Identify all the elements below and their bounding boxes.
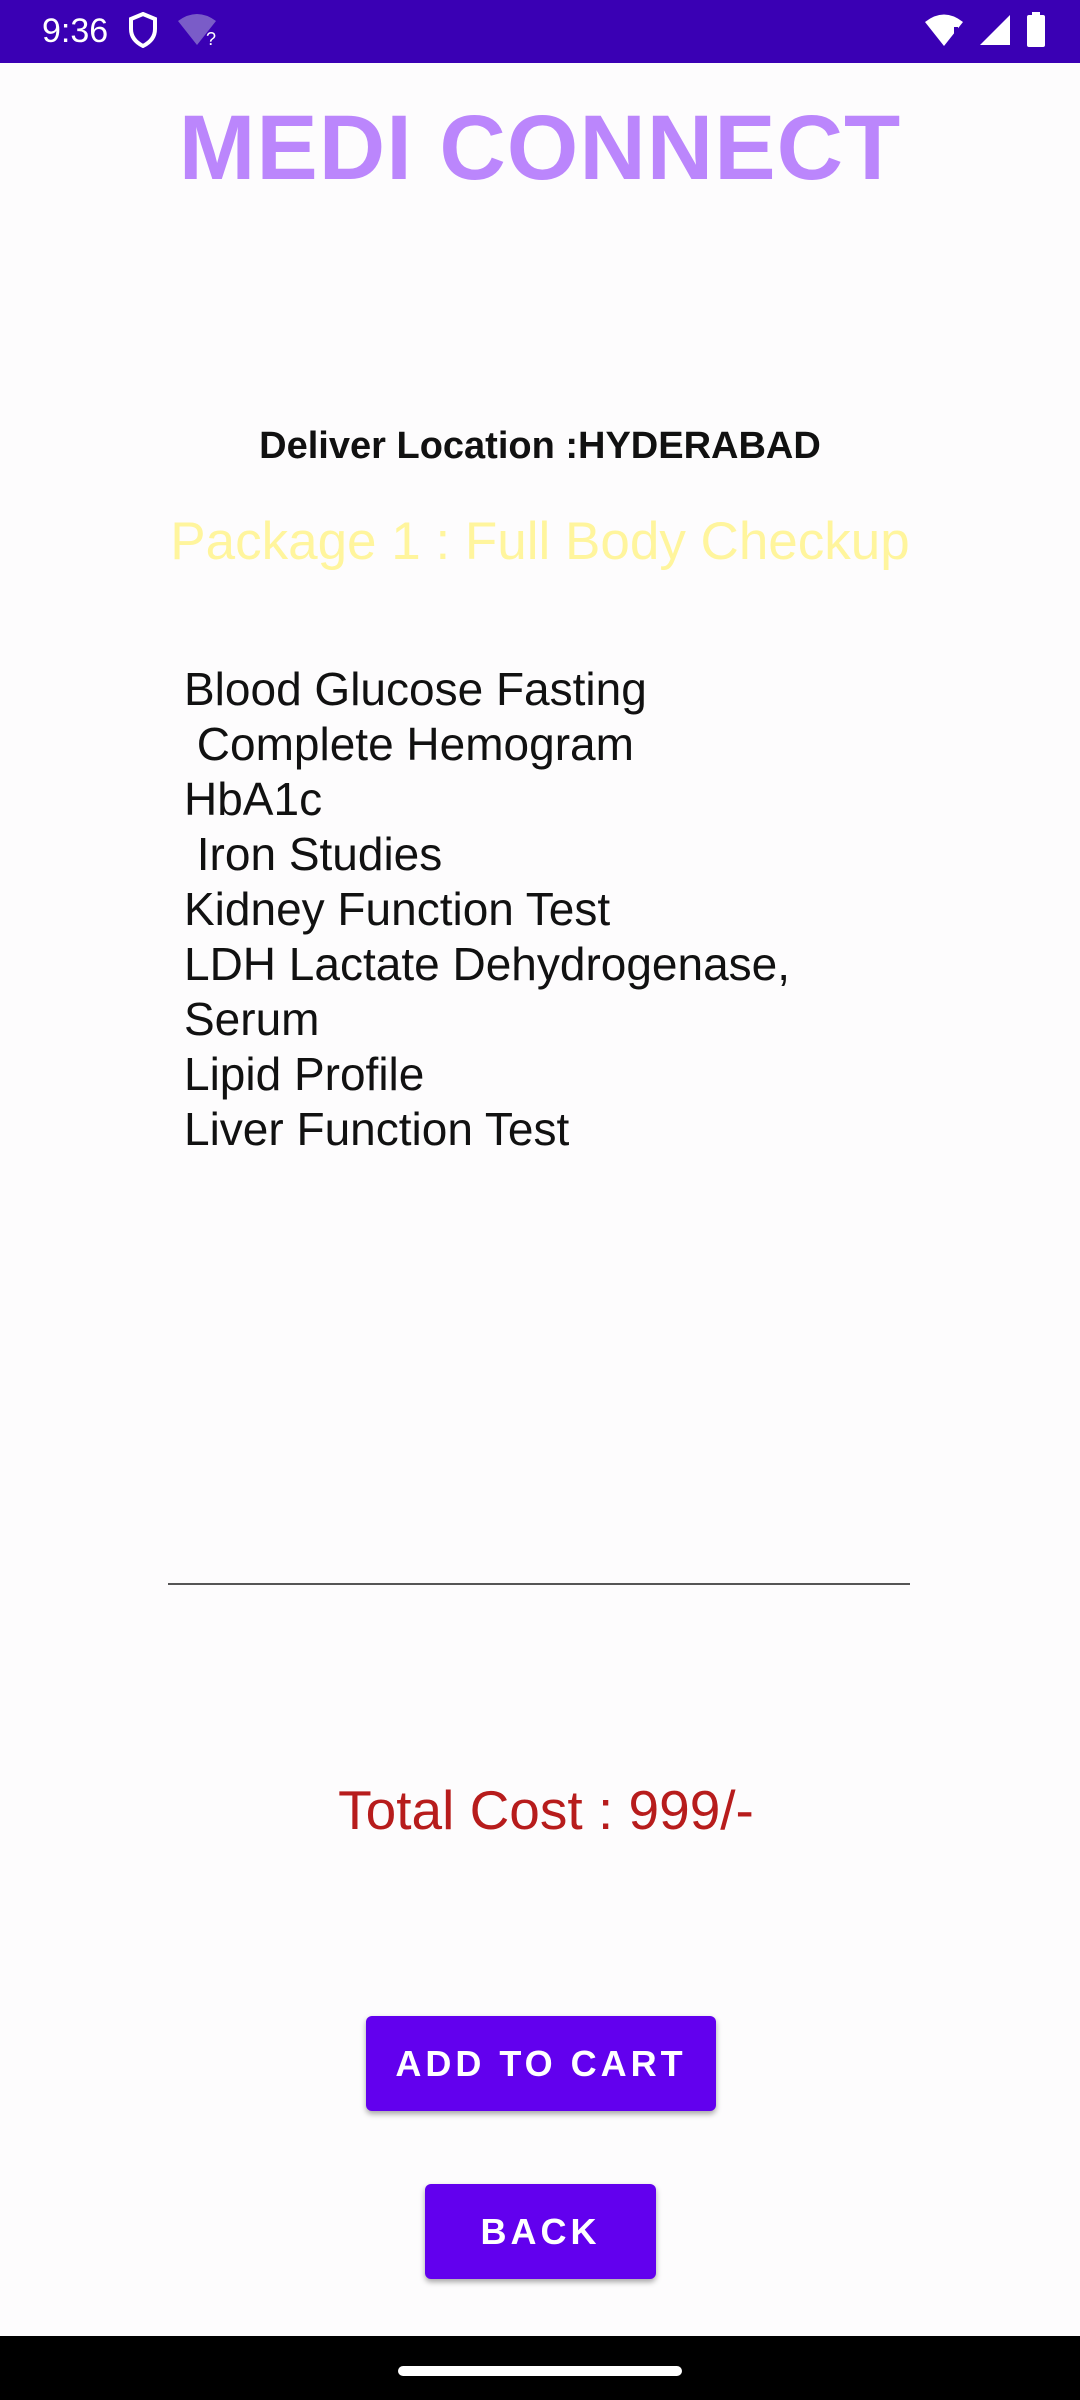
svg-text:?: ?	[206, 29, 216, 47]
shield-icon	[128, 11, 158, 53]
status-time: 9:36	[42, 12, 109, 50]
battery-icon	[1026, 12, 1046, 53]
app-title: MEDI CONNECT	[178, 97, 902, 199]
divider	[168, 1583, 910, 1585]
status-icons-right	[924, 12, 1046, 53]
back-button[interactable]: BACK	[425, 2184, 656, 2279]
wifi-icon	[924, 13, 964, 52]
signal-icon	[978, 13, 1012, 52]
status-bar: 9:36 ?	[0, 0, 1080, 63]
wifi-question-icon: ?	[176, 13, 218, 52]
delivery-location: Deliver Location :HYDERABAD	[259, 425, 821, 467]
total-cost: Total Cost : 999/-	[338, 1779, 754, 1841]
status-icons-left: ?	[128, 11, 218, 53]
add-to-cart-button[interactable]: ADD TO CART	[366, 2016, 716, 2111]
home-gesture-handle[interactable]	[398, 2366, 682, 2376]
navigation-bar	[0, 2336, 1080, 2400]
package-title: Package 1 : Full Body Checkup	[170, 512, 910, 571]
package-tests-list: Blood Glucose Fasting Complete Hemogram …	[184, 663, 791, 1155]
